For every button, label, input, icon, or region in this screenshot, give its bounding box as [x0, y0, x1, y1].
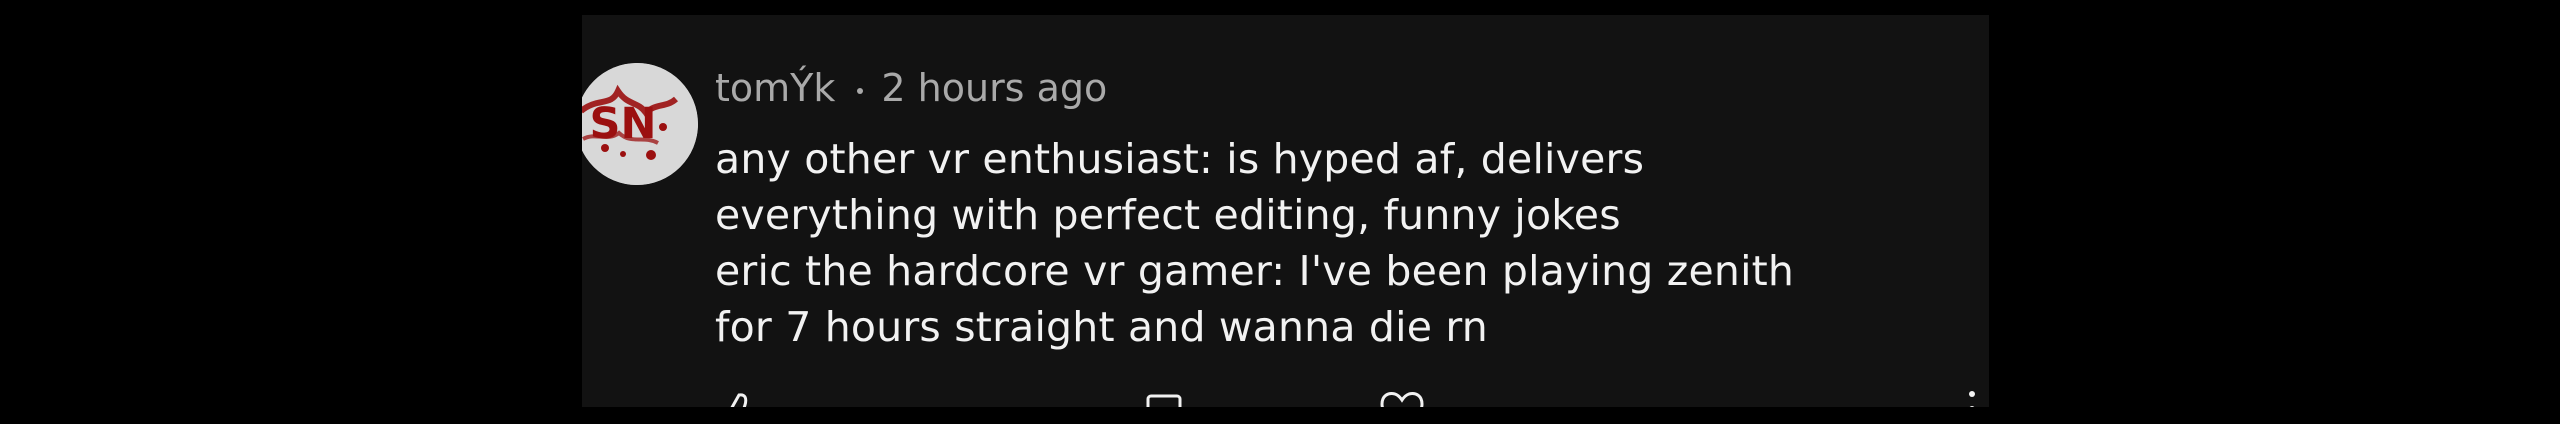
- more-vertical-icon: [1969, 391, 1975, 407]
- heart-icon[interactable]: [1378, 391, 1426, 407]
- author-name[interactable]: tomÝk: [715, 65, 835, 111]
- screen: SN tomÝk 2 hours ago any other vr enthus…: [0, 0, 2560, 424]
- reply-icon[interactable]: [1140, 391, 1188, 407]
- comment-meta: tomÝk 2 hours ago: [715, 65, 1107, 111]
- comment-text: any other vr enthusiast: is hyped af, de…: [715, 131, 1955, 355]
- avatar-logo-icon: SN: [582, 63, 698, 185]
- comment-line: for 7 hours straight and wanna die rn: [715, 303, 1488, 351]
- comment-actions: [582, 391, 1989, 407]
- separator-dot: [857, 88, 864, 94]
- avatar[interactable]: SN: [582, 63, 698, 185]
- more-vertical-icon[interactable]: [1948, 391, 1989, 407]
- thumb-up-icon[interactable]: [713, 391, 761, 407]
- heart-icon: [1380, 392, 1424, 407]
- bottom-black-bar: [0, 407, 2560, 424]
- comment-timestamp[interactable]: 2 hours ago: [881, 65, 1107, 111]
- comment-card: SN tomÝk 2 hours ago any other vr enthus…: [582, 15, 1989, 407]
- comment-line: eric the hardcore vr gamer: I've been pl…: [715, 247, 1795, 295]
- thumb-up-icon: [730, 393, 748, 407]
- avatar-logo-text: SN: [590, 99, 657, 149]
- reply-icon: [1146, 394, 1182, 407]
- comment-line: everything with perfect editing, funny j…: [715, 191, 1621, 239]
- comment-line: any other vr enthusiast: is hyped af, de…: [715, 135, 1645, 183]
